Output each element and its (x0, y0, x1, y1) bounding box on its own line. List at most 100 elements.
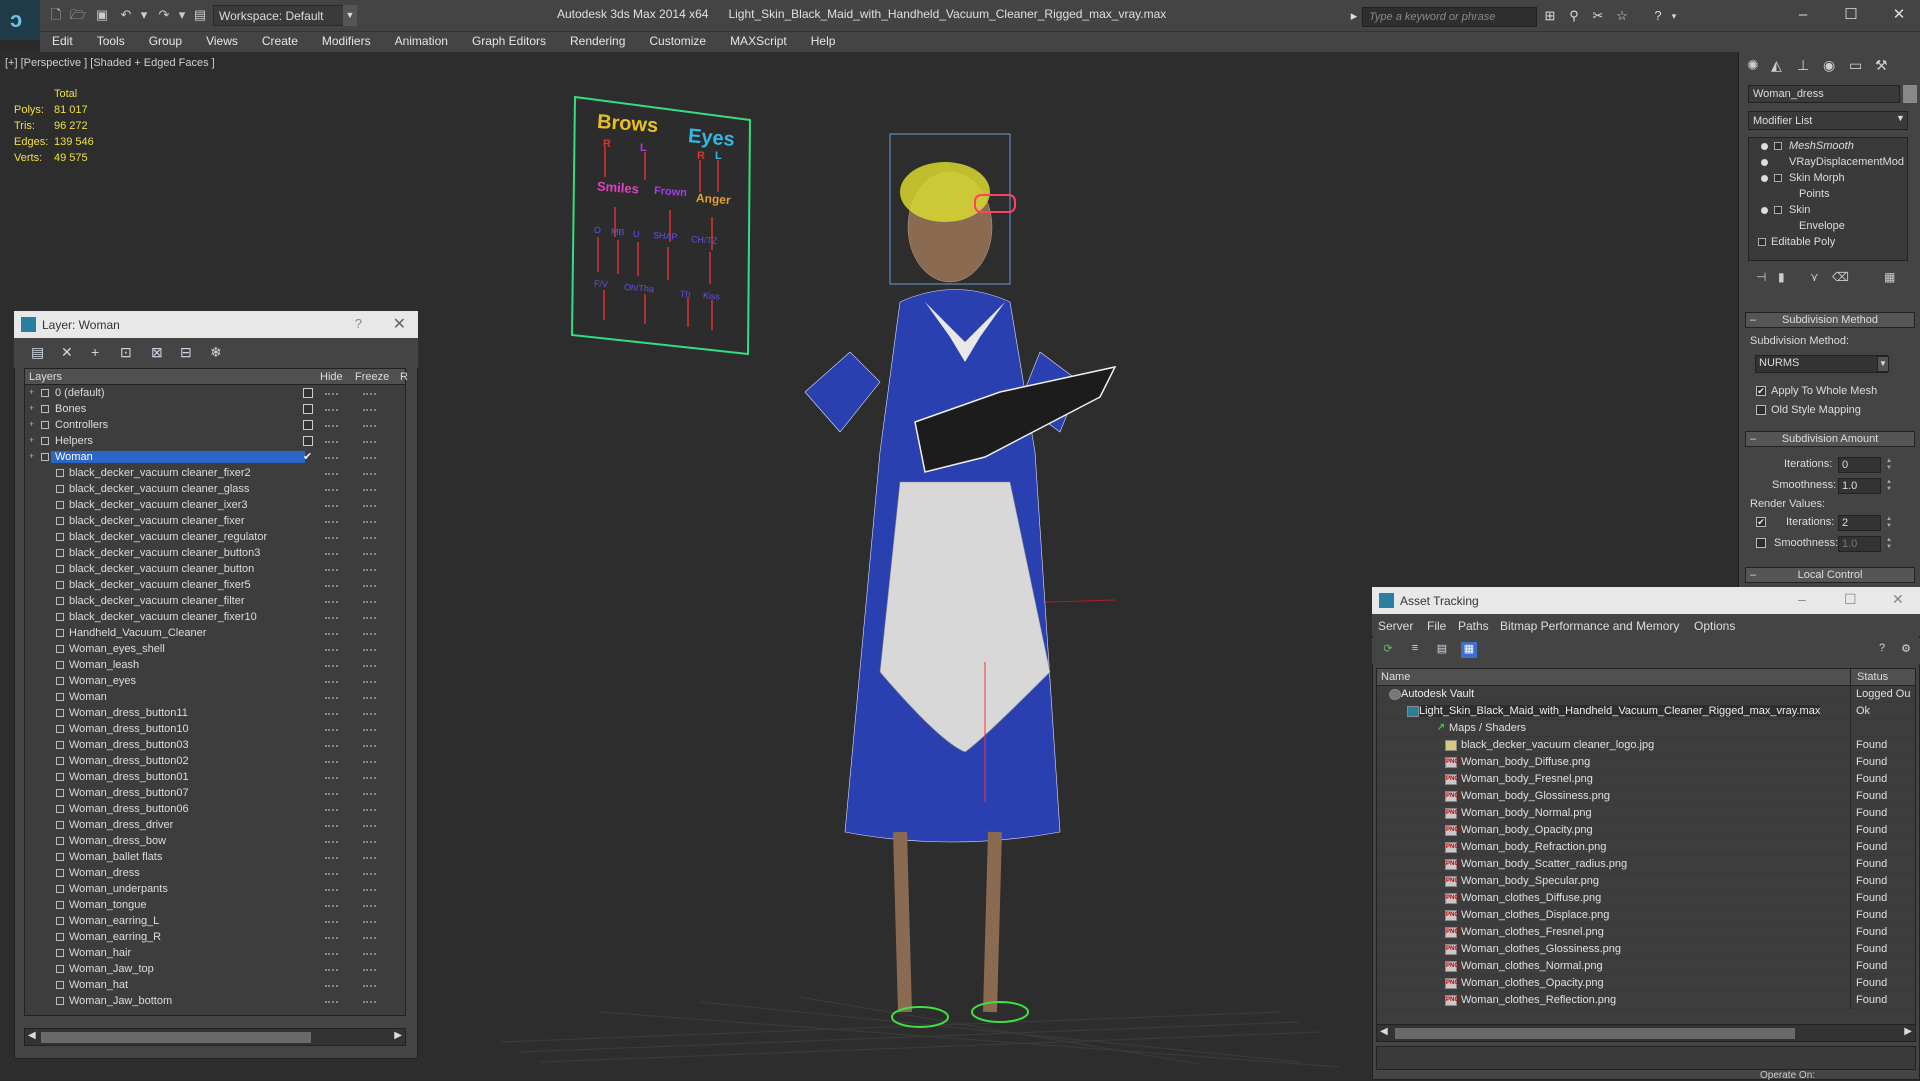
hide-toggle[interactable] (325, 601, 338, 603)
expand-icon[interactable]: + (29, 403, 37, 413)
binoculars-icon[interactable]: ⊞ (1542, 8, 1558, 24)
layer-row[interactable]: Woman_hat (25, 977, 405, 993)
menu-rendering[interactable]: Rendering (558, 32, 637, 48)
project-folder-icon[interactable]: ▤ (192, 8, 208, 22)
details-view-icon[interactable]: ▤ (1434, 642, 1450, 658)
spinner-arrows-icon[interactable]: ▲ ▼ (1886, 516, 1894, 530)
asset-row[interactable]: PNG Woman_clothes_Reflection.png Found (1377, 992, 1915, 1009)
layer-row[interactable]: Woman_earring_L (25, 913, 405, 929)
hide-toggle[interactable] (325, 729, 338, 731)
menu-help[interactable]: Help (799, 32, 848, 48)
pin-stack-icon[interactable]: ⊣ (1756, 270, 1766, 284)
asset-row[interactable]: Autodesk Vault Logged Ou (1377, 686, 1915, 703)
layer-row[interactable]: + Bones (25, 401, 405, 417)
object-name[interactable]: Woman_Jaw_top (69, 963, 154, 975)
freeze-toggle[interactable] (363, 793, 376, 795)
layer-horizontal-scrollbar[interactable]: ◀ ▶ (24, 1028, 406, 1046)
favorites-star-icon[interactable]: ☆ (1614, 8, 1630, 24)
utilities-tab-icon[interactable]: ⚒ (1875, 57, 1888, 74)
render-iterations-checkbox[interactable]: ✔ (1756, 517, 1766, 527)
asset-row[interactable]: ↗ Maps / Shaders (1377, 720, 1915, 737)
maximize-button[interactable]: ☐ (1844, 591, 1857, 608)
subscription-icon[interactable]: ⚲ (1566, 8, 1582, 24)
asset-name[interactable]: black_decker_vacuum cleaner_logo.jpg (1461, 739, 1654, 751)
select-highlight-icon[interactable]: ⊠ (151, 344, 163, 361)
asset-row[interactable]: PNG Woman_body_Normal.png Found (1377, 805, 1915, 822)
redo-dropdown-icon[interactable]: ▾ (174, 8, 190, 22)
hide-toggle[interactable] (325, 649, 338, 651)
refresh-icon[interactable]: ⟳ (1380, 642, 1396, 658)
layer-row[interactable]: Woman_dress_driver (25, 817, 405, 833)
object-name[interactable]: Woman_dress_button10 (69, 723, 189, 735)
stack-item-envelope[interactable]: Envelope (1799, 220, 1845, 232)
hide-toggle[interactable] (325, 953, 338, 955)
hide-toggle[interactable] (325, 857, 338, 859)
object-name[interactable]: Woman_dress_button02 (69, 755, 189, 767)
asset-row[interactable]: Light_Skin_Black_Maid_with_Handheld_Vacu… (1377, 703, 1915, 720)
hide-toggle[interactable] (325, 1001, 338, 1003)
asset-name[interactable]: Woman_clothes_Diffuse.png (1461, 892, 1601, 904)
asset-name[interactable]: Light_Skin_Black_Maid_with_Handheld_Vacu… (1419, 705, 1821, 717)
menu-group[interactable]: Group (137, 32, 194, 48)
asset-name[interactable]: Woman_clothes_Normal.png (1461, 960, 1603, 972)
hide-toggle[interactable] (325, 681, 338, 683)
freeze-toggle[interactable] (363, 585, 376, 587)
hide-toggle[interactable] (325, 665, 338, 667)
layer-row[interactable]: black_decker_vacuum cleaner_glass (25, 481, 405, 497)
expand-icon[interactable] (1774, 174, 1782, 182)
expand-icon[interactable] (1774, 142, 1782, 150)
object-name[interactable]: Woman_tongue (69, 899, 146, 911)
freeze-toggle[interactable] (363, 633, 376, 635)
freeze-toggle[interactable] (363, 825, 376, 827)
object-color-swatch[interactable] (1903, 85, 1917, 103)
search-expand-icon[interactable]: ▸ (1346, 8, 1362, 24)
object-name[interactable]: Handheld_Vacuum_Cleaner (69, 627, 206, 639)
freeze-toggle[interactable] (363, 425, 376, 427)
freeze-toggle[interactable] (363, 777, 376, 779)
object-name[interactable]: Woman_dress_driver (69, 819, 173, 831)
asset-tracking-titlebar[interactable]: Asset Tracking – ☐ ✕ (1372, 587, 1920, 614)
render-smoothness-checkbox[interactable] (1756, 538, 1766, 548)
layer-name[interactable]: Woman (51, 451, 305, 463)
hide-toggle[interactable] (325, 393, 338, 395)
object-name[interactable]: black_decker_vacuum cleaner_regulator (69, 531, 267, 543)
new-file-icon[interactable]: 🗋 (48, 8, 64, 22)
old-style-mapping-checkbox[interactable] (1756, 405, 1766, 415)
minimize-button[interactable]: – (1798, 591, 1806, 607)
hide-toggle[interactable] (325, 969, 338, 971)
current-layer-checkbox[interactable] (303, 420, 313, 430)
delete-layer-icon[interactable]: ✕ (61, 344, 73, 361)
lightbulb-icon[interactable] (1761, 207, 1768, 214)
object-name[interactable]: Woman_eyes_shell (69, 643, 165, 655)
undo-dropdown-icon[interactable]: ▾ (136, 8, 152, 22)
asset-name[interactable]: Woman_clothes_Glossiness.png (1461, 943, 1621, 955)
menu-customize[interactable]: Customize (637, 32, 718, 48)
freeze-toggle[interactable] (363, 761, 376, 763)
menu-animation[interactable]: Animation (383, 32, 460, 48)
asset-row[interactable]: PNG Woman_body_Opacity.png Found (1377, 822, 1915, 839)
object-name[interactable]: Woman_earring_L (69, 915, 159, 927)
menu-tools[interactable]: Tools (85, 32, 137, 48)
hide-toggle[interactable] (325, 905, 338, 907)
asset-name[interactable]: Woman_body_Opacity.png (1461, 824, 1593, 836)
stack-item-skin-morph[interactable]: Skin Morph (1789, 172, 1845, 184)
object-name[interactable]: Woman_hat (69, 979, 128, 991)
add-to-layer-icon[interactable]: + (91, 344, 99, 360)
object-name[interactable]: black_decker_vacuum cleaner_fixer (69, 515, 244, 527)
hide-toggle[interactable] (325, 441, 338, 443)
active-layer-check-icon[interactable]: ✔ (303, 450, 312, 463)
help-button[interactable]: ? (355, 316, 362, 331)
freeze-toggle[interactable] (363, 921, 376, 923)
freeze-toggle[interactable] (363, 441, 376, 443)
layer-row[interactable]: Woman_dress_button10 (25, 721, 405, 737)
menu-options[interactable]: Options (1694, 619, 1735, 633)
hide-toggle[interactable] (325, 793, 338, 795)
freeze-toggle[interactable] (363, 489, 376, 491)
freeze-toggle[interactable] (363, 697, 376, 699)
menu-graph-editors[interactable]: Graph Editors (460, 32, 558, 48)
hide-all-icon[interactable]: ⊟ (180, 344, 192, 361)
layer-row[interactable]: Woman_dress_button11 (25, 705, 405, 721)
object-name[interactable]: Woman_dress_button06 (69, 803, 189, 815)
help-icon[interactable]: ? (1650, 8, 1666, 24)
asset-row[interactable]: PNG Woman_clothes_Opacity.png Found (1377, 975, 1915, 992)
